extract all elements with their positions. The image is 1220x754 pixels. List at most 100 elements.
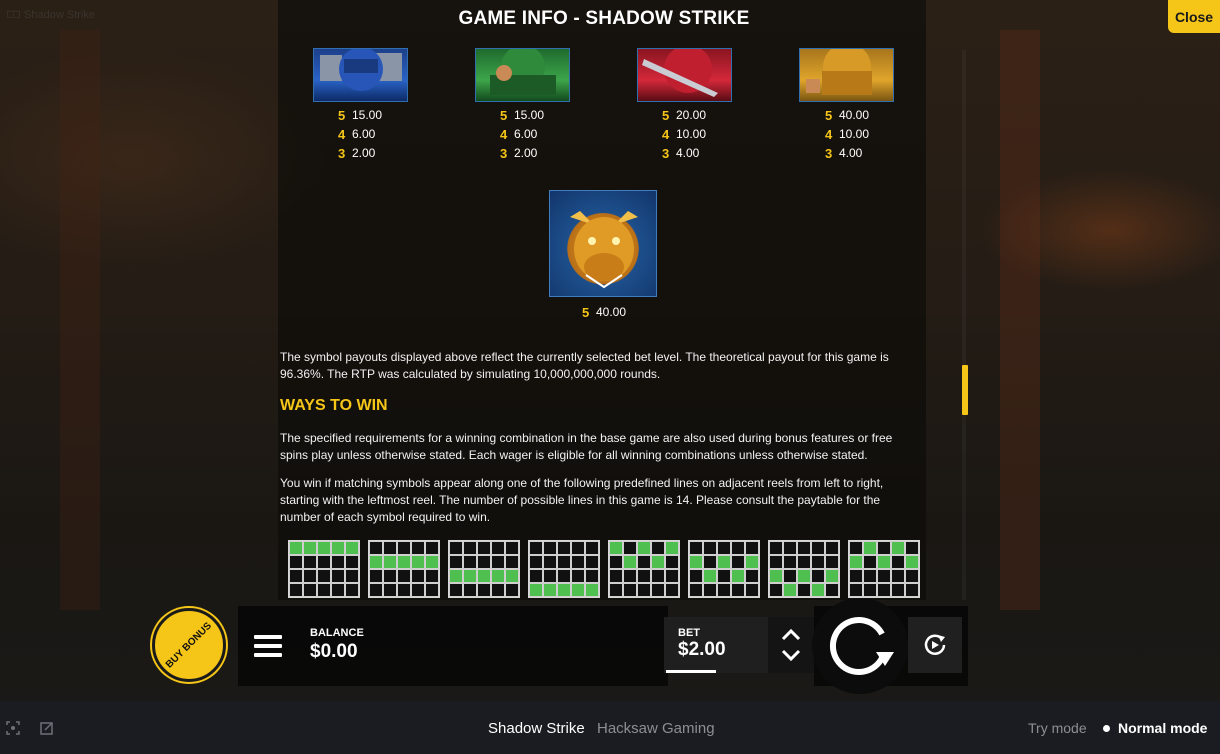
dragon-icon: [570, 211, 638, 289]
payline-cell: [449, 555, 463, 569]
buy-bonus-label: BUY BONUS: [163, 619, 215, 671]
payline-cell: [905, 569, 919, 583]
green-ninja-symbol: [475, 48, 570, 102]
payline-cell: [397, 583, 411, 597]
balance-label: BALANCE: [310, 627, 364, 639]
pay-row: 5 20.00: [662, 108, 707, 123]
payline-cell-active: [585, 583, 599, 597]
payline-grid: [528, 540, 600, 598]
payline-cell-active: [665, 541, 679, 555]
payline-cell: [717, 569, 731, 583]
payline-cell: [797, 583, 811, 597]
payline-cell-active: [651, 555, 665, 569]
payline-cell-active: [745, 555, 759, 569]
payline-cell: [345, 555, 359, 569]
fullscreen-icon[interactable]: [6, 721, 20, 735]
ways-to-win-para-2: You win if matching symbols appear along…: [280, 476, 884, 524]
payline-cell: [745, 541, 759, 555]
close-button[interactable]: Close: [1168, 0, 1220, 33]
payline-cell-active: [425, 555, 439, 569]
payline-grid: [768, 540, 840, 598]
payline-cell: [849, 569, 863, 583]
game-screen: 🀱 Shadow Strike GAME INFO - SHADOW STRIK…: [0, 0, 1220, 754]
payline-cell: [505, 583, 519, 597]
payline-cell: [877, 541, 891, 555]
payline-cell-active: [543, 583, 557, 597]
buy-bonus-button[interactable]: BUY BONUS: [152, 608, 226, 682]
payline-cell: [905, 541, 919, 555]
payline-cell: [797, 555, 811, 569]
payline-cell-active: [811, 583, 825, 597]
scrollbar-track[interactable]: [962, 50, 966, 600]
payline-cell: [863, 583, 877, 597]
payline-cell-active: [463, 569, 477, 583]
paytable-green-ninja: 5 15.00 4 6.00 3 2.00: [500, 106, 544, 163]
payline-cell-active: [557, 583, 571, 597]
payline-cell: [585, 569, 599, 583]
payline-cell-active: [529, 583, 543, 597]
payline-cell: [609, 555, 623, 569]
payline-cell: [689, 541, 703, 555]
payline-cell: [303, 569, 317, 583]
payline-cell: [411, 583, 425, 597]
payline-cell-active: [877, 555, 891, 569]
payline-cell: [491, 583, 505, 597]
paytable-gold-ninja: 5 40.00 4 10.00 3 4.00: [825, 106, 869, 163]
payline-grid: [288, 540, 360, 598]
scrollbar-thumb[interactable]: [962, 365, 968, 415]
normal-mode-option[interactable]: Normal mode: [1118, 720, 1207, 736]
payline-cell: [585, 541, 599, 555]
spin-button[interactable]: [812, 598, 908, 694]
payline-cell: [797, 541, 811, 555]
payline-cell: [891, 569, 905, 583]
page-title: GAME INFO - SHADOW STRIKE: [458, 8, 750, 29]
pay-row: 4 6.00: [500, 127, 538, 142]
autoplay-button[interactable]: [908, 617, 962, 673]
payline-cell: [529, 555, 543, 569]
payline-cell: [905, 583, 919, 597]
footer-bar: Shadow Strike Hacksaw Gaming Try mode No…: [0, 701, 1220, 754]
payline-cell: [849, 541, 863, 555]
payline-cell: [877, 569, 891, 583]
payline-cell: [609, 583, 623, 597]
rtp-text: The symbol payouts displayed above refle…: [280, 350, 889, 381]
payline-cell: [425, 569, 439, 583]
payline-cell: [317, 555, 331, 569]
payline-cell: [651, 569, 665, 583]
bet-panel[interactable]: BET $2.00: [664, 617, 768, 673]
payline-grid: [848, 540, 920, 598]
payline-cell: [491, 555, 505, 569]
payline-cell-active: [449, 569, 463, 583]
history-icon[interactable]: [40, 721, 54, 735]
chevron-down-icon[interactable]: [781, 649, 801, 663]
payline-cell: [689, 569, 703, 583]
chevron-up-icon[interactable]: [781, 627, 801, 641]
try-mode-option[interactable]: Try mode: [1028, 720, 1087, 736]
payline-cell: [769, 555, 783, 569]
payline-cell: [769, 583, 783, 597]
pay-row: 4 10.00: [825, 127, 870, 142]
payline-cell: [289, 569, 303, 583]
pay-row: 3 4.00: [662, 146, 700, 161]
selected-mode-indicator: [1103, 725, 1110, 732]
payline-grid: [608, 540, 680, 598]
payline-cell-active: [623, 555, 637, 569]
payline-cell-active: [317, 541, 331, 555]
red-ninja-symbol: [637, 48, 732, 102]
payline-cell-active: [797, 569, 811, 583]
payline-cell: [665, 569, 679, 583]
pay-row: 5 40.00: [825, 108, 870, 123]
payline-cell: [811, 569, 825, 583]
payline-cell: [463, 555, 477, 569]
payline-cell: [543, 569, 557, 583]
pay-row: 5 15.00: [338, 108, 383, 123]
payline-cell-active: [345, 541, 359, 555]
paytable-red-ninja: 5 20.00 4 10.00 3 4.00: [662, 106, 706, 163]
payline-cell: [529, 569, 543, 583]
payline-cell-active: [303, 541, 317, 555]
payline-grid: [448, 540, 520, 598]
bet-value: $2.00: [678, 639, 726, 660]
payline-cell: [651, 541, 665, 555]
menu-icon[interactable]: [254, 635, 282, 657]
payline-cell: [825, 541, 839, 555]
